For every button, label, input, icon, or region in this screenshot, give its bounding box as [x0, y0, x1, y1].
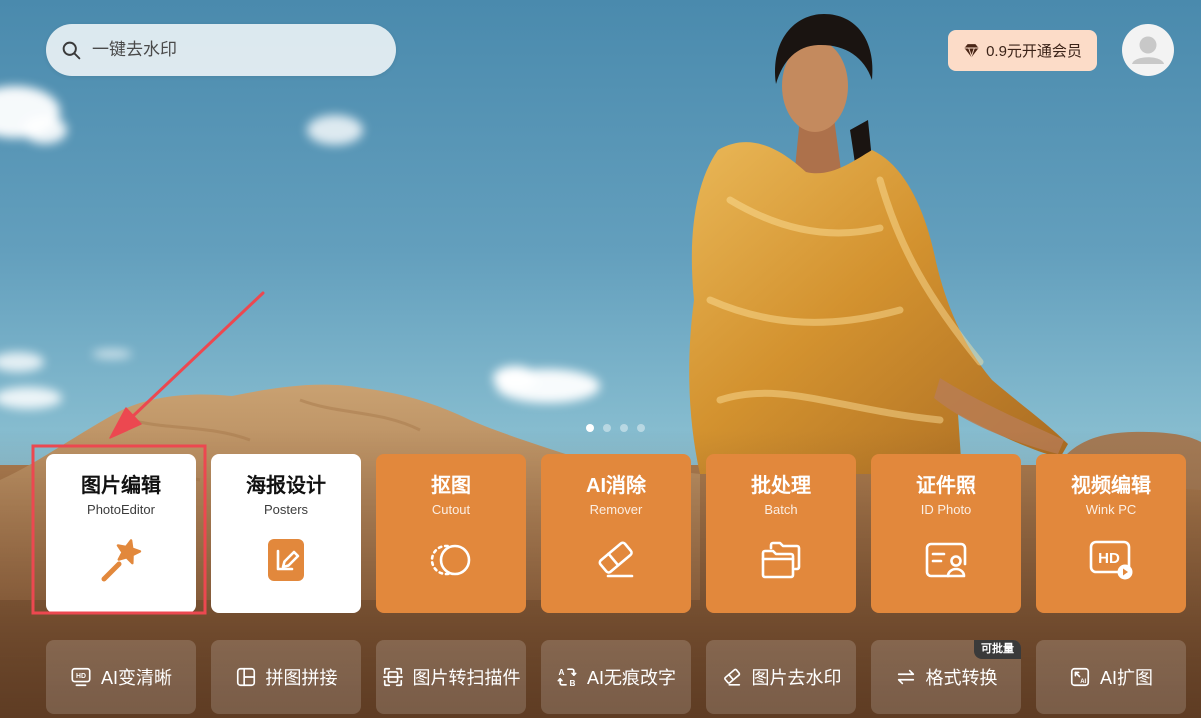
quick-tool-watermark-remove[interactable]: 图片去水印	[706, 640, 856, 714]
tool-subtitle: Cutout	[431, 502, 471, 517]
convert-icon	[897, 669, 914, 685]
carousel-dot[interactable]	[637, 424, 645, 432]
quick-tool-label: 拼图拼接	[265, 668, 338, 688]
user-icon	[1132, 36, 1164, 64]
scan-icon	[382, 667, 403, 687]
carousel-dot[interactable]	[603, 424, 611, 432]
id-card-icon	[925, 542, 967, 578]
eraser-icon	[598, 541, 634, 578]
tool-subtitle: Wink PC	[1085, 502, 1137, 517]
search-input[interactable]	[92, 24, 382, 76]
quick-tool-label: AI扩图	[1099, 668, 1153, 688]
tool-title: 图片编辑	[81, 475, 161, 497]
expand-icon-text: AI	[1080, 679, 1086, 685]
tool-subtitle: ID Photo	[920, 502, 972, 517]
quick-tool-label: 格式转换	[925, 668, 998, 688]
tool-subtitle: PhotoEditor	[87, 502, 155, 517]
search-icon	[62, 41, 81, 60]
app-window: 0.9元开通会员 图片编辑 PhotoEditor 海报设计 Posters 抠…	[0, 0, 1201, 718]
eraser-icon	[723, 668, 740, 686]
quick-tool-label: AI变清晰	[100, 668, 172, 688]
expand-icon: AI	[1070, 667, 1090, 687]
hd-icon-text: HD	[76, 673, 86, 680]
hd-icon-text: HD	[1098, 550, 1120, 567]
tool-card-video-editor[interactable]: 视频编辑 Wink PC HD	[1036, 454, 1186, 613]
search-bar[interactable]	[46, 24, 396, 76]
tool-card-cutout[interactable]: 抠图 Cutout	[376, 454, 526, 613]
tool-subtitle: Remover	[589, 502, 643, 517]
quick-tool-label: 图片转扫描件	[412, 668, 521, 688]
tool-title: 海报设计	[246, 475, 326, 497]
quick-tool-ai-expand[interactable]: AI AI扩图	[1036, 640, 1186, 714]
collage-icon	[236, 667, 255, 687]
membership-label: 0.9元开通会员	[986, 43, 1082, 60]
quick-tool-label: 图片去水印	[751, 668, 842, 688]
tool-card-photo-editor[interactable]: 图片编辑 PhotoEditor	[46, 454, 196, 613]
carousel-dot[interactable]	[620, 424, 628, 432]
text-replace-from: A	[559, 668, 565, 677]
diamond-icon	[964, 44, 979, 58]
quick-tool-scan[interactable]: 图片转扫描件	[376, 640, 526, 714]
poster-edit-icon	[268, 539, 304, 581]
quick-tool-label: AI无痕改字	[586, 668, 676, 688]
membership-button[interactable]: 0.9元开通会员	[948, 30, 1097, 71]
tool-title: 抠图	[431, 475, 471, 497]
text-replace-icon: A B	[557, 668, 577, 688]
hd-video-icon: HD	[1089, 540, 1133, 580]
tool-card-id-photo[interactable]: 证件照 ID Photo	[871, 454, 1021, 613]
tool-card-batch[interactable]: 批处理 Batch	[706, 454, 856, 613]
folders-icon	[761, 541, 801, 579]
batch-badge: 可批量	[974, 640, 1021, 659]
tool-card-posters[interactable]: 海报设计 Posters	[211, 454, 361, 613]
carousel-indicator	[586, 424, 645, 432]
quick-tool-ai-enhance[interactable]: HD AI变清晰	[46, 640, 196, 714]
tool-subtitle: Batch	[764, 502, 798, 517]
tool-subtitle: Posters	[263, 502, 309, 517]
text-replace-to: B	[570, 679, 576, 688]
tool-card-remover[interactable]: AI消除 Remover	[541, 454, 691, 613]
quick-tool-text-replace[interactable]: A B AI无痕改字	[541, 640, 691, 714]
quick-tool-collage[interactable]: 拼图拼接	[211, 640, 361, 714]
magic-wand-icon	[101, 539, 142, 582]
tool-title: 批处理	[751, 475, 811, 497]
tool-title: 视频编辑	[1071, 475, 1151, 497]
cutout-icon	[430, 544, 471, 576]
tool-title: AI消除	[586, 475, 646, 497]
hd-icon: HD	[71, 667, 91, 687]
tool-title: 证件照	[916, 475, 976, 497]
avatar[interactable]	[1122, 24, 1174, 76]
carousel-dot[interactable]	[586, 424, 594, 432]
quick-tool-format-convert[interactable]: 格式转换 可批量	[871, 640, 1021, 714]
